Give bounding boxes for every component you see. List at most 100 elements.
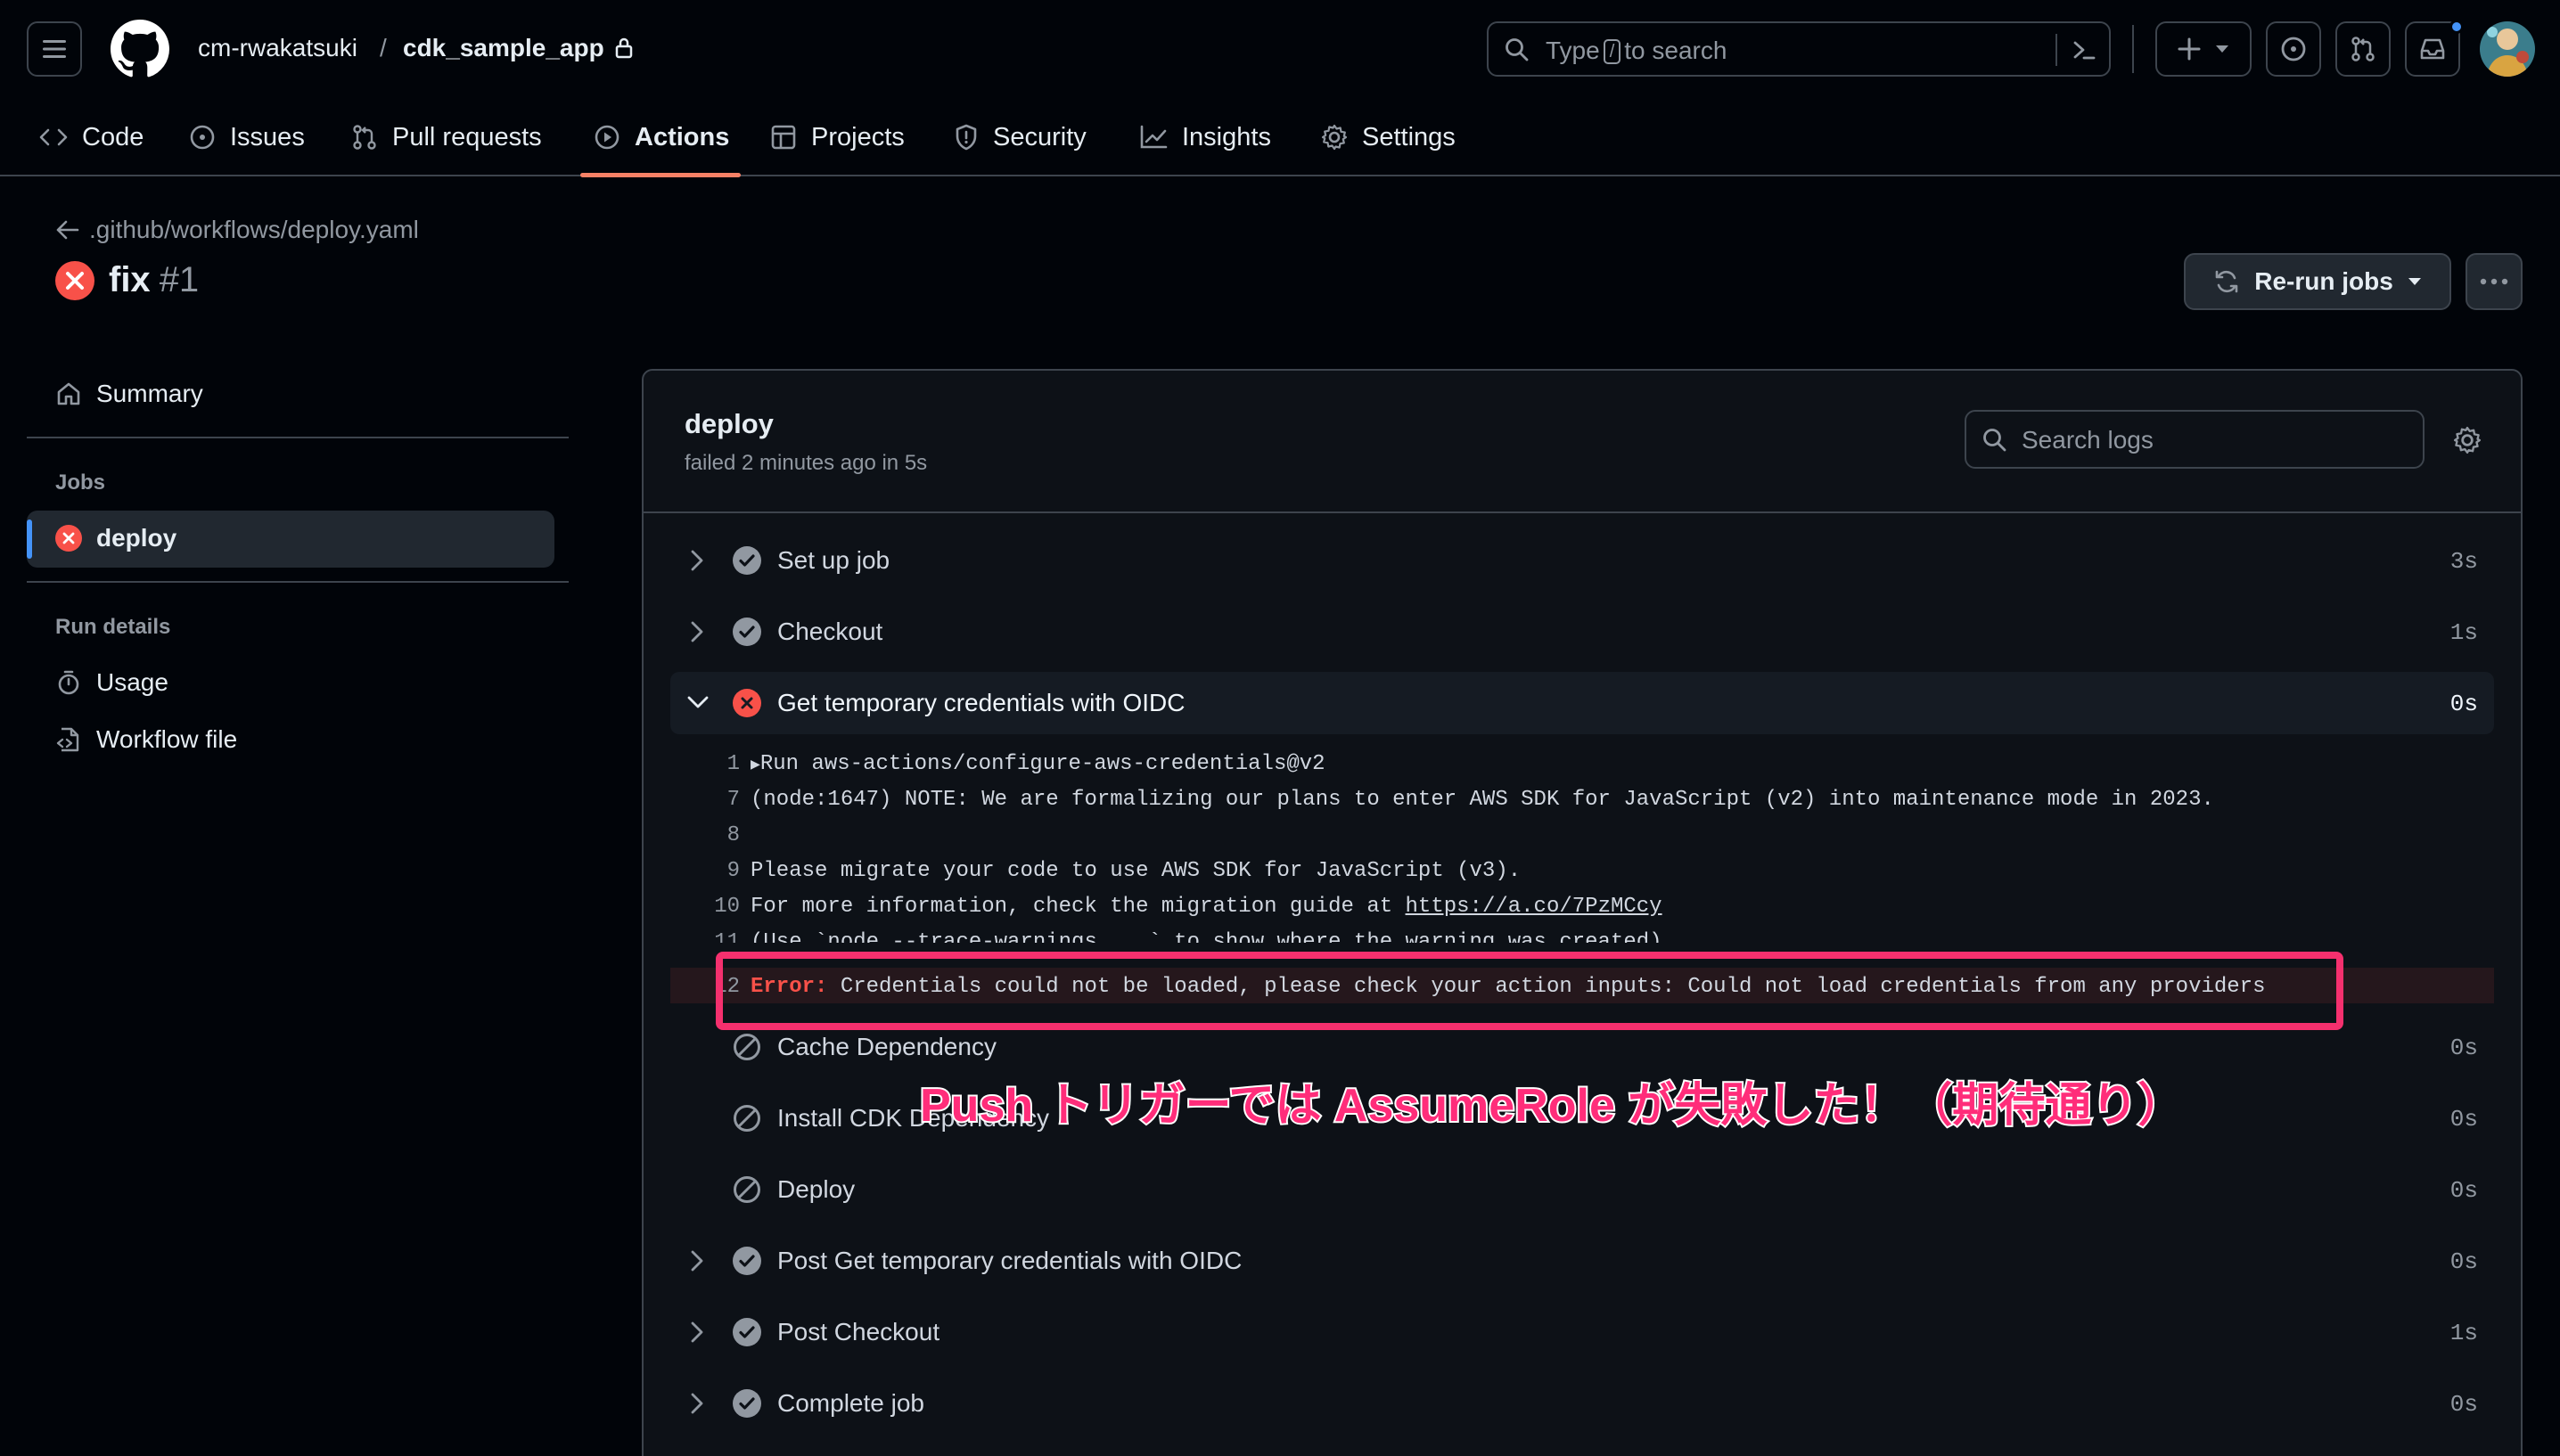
kebab-horizontal-icon xyxy=(2480,278,2508,285)
tab-actions-label: Actions xyxy=(635,122,730,151)
sidebar-item-usage[interactable]: Usage xyxy=(55,668,168,697)
step-post-checkout[interactable]: Post Checkout 1s xyxy=(670,1301,2494,1363)
owner-link[interactable]: cm-rwakatsuki xyxy=(198,34,357,62)
log-line-text: Please migrate your code to use AWS SDK … xyxy=(751,859,1522,883)
sidebar-item-workflow-file[interactable]: Workflow file xyxy=(55,725,237,754)
search-placeholder-after: to search xyxy=(1624,37,1727,64)
back-to-workflow-link[interactable]: .github/workflows/deploy.yaml xyxy=(55,216,419,244)
log-line[interactable]: 11 (Use `node --trace-warnings ...` to s… xyxy=(670,923,2494,943)
log-line-text: (node:1647) NOTE: We are formalizing our… xyxy=(751,788,2214,812)
search-icon xyxy=(1983,429,2006,452)
step-checkout[interactable]: Checkout 1s xyxy=(670,601,2494,663)
issue-opened-icon xyxy=(2281,37,2306,61)
header-divider xyxy=(2132,25,2134,73)
sidebar-divider xyxy=(27,581,569,583)
log-line[interactable]: 7 (node:1647) NOTE: We are formalizing o… xyxy=(670,781,2494,816)
step-name: Post Get temporary credentials with OIDC xyxy=(777,1247,1243,1274)
menu-button[interactable] xyxy=(27,21,82,77)
log-line[interactable]: 9 Please migrate your code to use AWS SD… xyxy=(670,852,2494,888)
job-title: deploy xyxy=(685,408,774,439)
log-line[interactable]: 10 For more information, check the migra… xyxy=(670,888,2494,923)
chevron-right-icon xyxy=(691,621,703,642)
step-duration: 0s xyxy=(2449,1391,2478,1418)
step-duration: 1s xyxy=(2449,619,2478,646)
log-line-content: For more information, check the migratio… xyxy=(751,895,1406,919)
gear-icon xyxy=(1321,124,1348,151)
issue-icon xyxy=(190,125,215,150)
step-duration: 0s xyxy=(2449,1248,2478,1275)
sidebar-item-summary[interactable]: Summary xyxy=(55,380,203,408)
tab-projects-label: Projects xyxy=(811,122,905,151)
shield-icon xyxy=(956,124,977,151)
pull-request-icon xyxy=(2351,37,2375,61)
github-logo-icon[interactable] xyxy=(111,20,169,78)
skip-icon xyxy=(734,1034,760,1060)
triangle-down-icon xyxy=(2216,45,2228,53)
global-search-input[interactable]: Type / to search xyxy=(1487,21,2111,77)
step-name: Complete job xyxy=(777,1389,924,1417)
command-palette-icon[interactable] xyxy=(2072,37,2096,62)
sidebar-usage-label: Usage xyxy=(96,668,168,696)
annotation-caption: Push トリガーでは AssumeRole が失敗した！（期待通り） xyxy=(918,1078,2186,1133)
rerun-jobs-label: Re-run jobs xyxy=(2254,267,2393,295)
tab-issues[interactable]: Issues xyxy=(189,119,305,155)
tab-security[interactable]: Security xyxy=(954,119,1087,155)
tab-actions[interactable]: Actions xyxy=(594,119,729,155)
step-duration: 0s xyxy=(2449,1035,2478,1061)
tab-pull-requests[interactable]: Pull requests xyxy=(351,119,542,155)
step-duration: 0s xyxy=(2449,691,2478,717)
avatar[interactable] xyxy=(2480,21,2535,77)
step-name: Post Checkout xyxy=(777,1318,940,1346)
home-icon xyxy=(57,382,80,405)
stopwatch-icon xyxy=(58,670,79,695)
inbox-icon xyxy=(2420,38,2445,60)
sidebar-run-details-heading: Run details xyxy=(55,615,171,639)
search-placeholder: Type / to search xyxy=(1546,37,1727,65)
gear-icon[interactable] xyxy=(2453,426,2482,454)
job-log-panel: deploy failed 2 minutes ago in 5s Set up… xyxy=(642,369,2523,1456)
search-placeholder-before: Type xyxy=(1546,37,1600,64)
tab-projects[interactable]: Projects xyxy=(770,119,905,155)
log-line-text: For more information, check the migratio… xyxy=(751,895,1662,919)
breadcrumb-separator: / xyxy=(380,34,387,61)
step-name: Cache Dependency xyxy=(777,1033,997,1060)
more-options-button[interactable] xyxy=(2466,253,2523,310)
check-circle-fill-icon xyxy=(733,1318,761,1346)
log-line-number: 11 xyxy=(714,930,740,943)
step-complete-job[interactable]: Complete job 0s xyxy=(670,1372,2494,1435)
log-line[interactable]: 1 ▶Run aws-actions/configure-aws-credent… xyxy=(670,745,2494,781)
pull-requests-button[interactable] xyxy=(2335,21,2391,77)
tab-code[interactable]: Code xyxy=(39,119,144,155)
issues-button[interactable] xyxy=(2266,21,2321,77)
active-tab-indicator xyxy=(580,173,741,177)
log-line[interactable]: 8 xyxy=(670,816,2494,852)
log-line-text: (Use `node --trace-warnings ...` to show… xyxy=(751,930,1662,943)
chevron-right-icon xyxy=(691,550,703,571)
tab-settings[interactable]: Settings xyxy=(1321,119,1456,155)
log-line-text: ▶Run aws-actions/configure-aws-credentia… xyxy=(751,752,1325,776)
sidebar-summary-label: Summary xyxy=(96,380,203,407)
step-set-up-job[interactable]: Set up job 3s xyxy=(670,529,2494,592)
tab-issues-label: Issues xyxy=(230,122,305,151)
log-line-number: 8 xyxy=(726,823,740,847)
search-logs-input[interactable] xyxy=(2022,424,2405,456)
rerun-jobs-button[interactable]: Re-run jobs xyxy=(2184,253,2451,310)
skip-icon xyxy=(734,1105,760,1132)
sidebar-item-job-deploy[interactable]: deploy xyxy=(55,524,176,552)
step-post-get-temporary-credentials[interactable]: Post Get temporary credentials with OIDC… xyxy=(670,1230,2494,1292)
x-circle-fill-icon xyxy=(55,260,94,300)
create-new-button[interactable] xyxy=(2155,21,2252,77)
check-circle-fill-icon xyxy=(733,546,761,575)
step-deploy[interactable]: Deploy 0s xyxy=(670,1158,2494,1221)
repo-link[interactable]: cdk_sample_app xyxy=(403,34,604,62)
migration-guide-link[interactable]: https://a.co/7PzMCcy xyxy=(1406,895,1662,919)
tab-code-label: Code xyxy=(82,122,144,151)
annotation-highlight-box xyxy=(716,952,2343,1030)
step-duration: 0s xyxy=(2449,1177,2478,1204)
sync-icon xyxy=(2215,270,2238,293)
step-get-temporary-credentials[interactable]: Get temporary credentials with OIDC 0s xyxy=(670,672,2494,734)
check-circle-fill-icon xyxy=(733,1247,761,1275)
tab-insights[interactable]: Insights xyxy=(1139,119,1271,155)
chevron-right-icon xyxy=(691,1250,703,1272)
run-name: fix xyxy=(109,260,151,299)
